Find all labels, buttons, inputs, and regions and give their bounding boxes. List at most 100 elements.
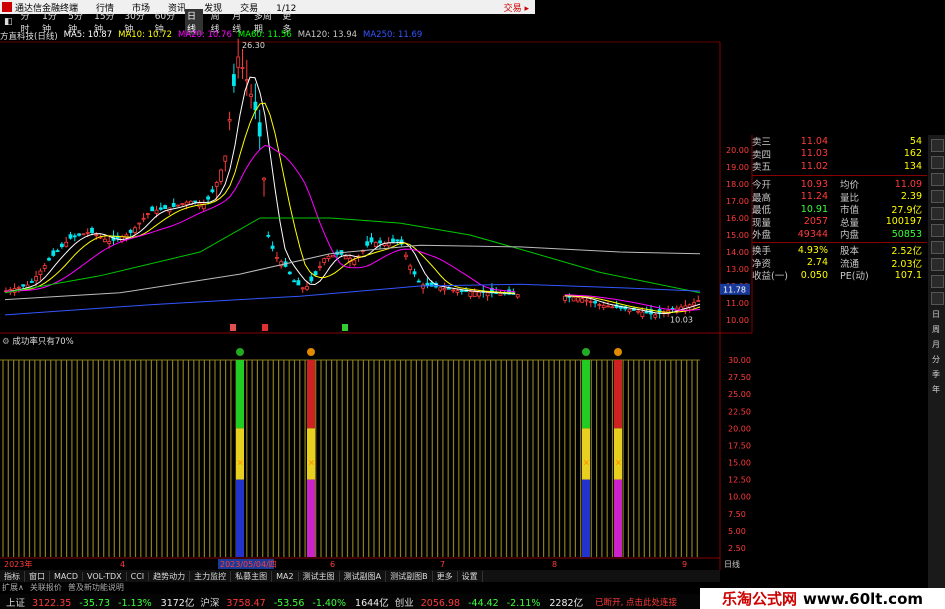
side-period-4[interactable]: 季 bbox=[929, 369, 943, 380]
date-tick: 4 bbox=[120, 560, 125, 569]
candle-body bbox=[317, 266, 322, 269]
draw-icon[interactable] bbox=[931, 190, 944, 203]
candle-body bbox=[55, 250, 60, 253]
candle-body bbox=[72, 235, 77, 238]
indicator-tab-9[interactable]: 测试主图 bbox=[299, 570, 340, 582]
stat-value: 49344 bbox=[797, 228, 828, 240]
watermark-cn: 乐淘公式网 bbox=[721, 590, 797, 608]
side-period-5[interactable]: 年 bbox=[929, 384, 943, 395]
indicator-tab-4[interactable]: CCI bbox=[127, 571, 150, 581]
candle-body bbox=[223, 155, 228, 162]
candle-body bbox=[313, 271, 318, 276]
side-period-3[interactable]: 分 bbox=[929, 354, 943, 365]
indicator-tab-5[interactable]: 趋势动力 bbox=[149, 570, 191, 582]
index-quote[interactable]: 沪深 3758.47 -53.56 -1.40% 1644亿 bbox=[194, 595, 388, 609]
candle-body bbox=[206, 196, 211, 200]
signal-marker bbox=[342, 324, 348, 331]
signal-star-icon: ✕ bbox=[308, 459, 315, 468]
candle-body bbox=[266, 234, 271, 237]
close-icon[interactable] bbox=[931, 139, 944, 152]
indicator-tab-12[interactable]: 更多 bbox=[433, 570, 458, 582]
indicator-tab-8[interactable]: MA2 bbox=[272, 571, 299, 581]
buy-signal-mid bbox=[582, 428, 590, 480]
index-quote[interactable]: 上证 3122.35 -35.73 -1.13% 3172亿 bbox=[0, 595, 194, 609]
connection-status[interactable]: 已断开, 点击此处连接 bbox=[595, 596, 677, 608]
candle-body bbox=[373, 242, 378, 247]
candle-body bbox=[692, 302, 696, 306]
info-icon[interactable] bbox=[931, 241, 944, 254]
candle-body bbox=[38, 270, 43, 275]
stat-value: 2057 bbox=[803, 216, 828, 228]
indicator-tick: 5.00 bbox=[728, 527, 746, 536]
stat-value: 10.93 bbox=[800, 178, 828, 190]
rsi-icon[interactable] bbox=[931, 258, 944, 271]
candle-body bbox=[601, 304, 606, 309]
indicator-tab-11[interactable]: 测试副图B bbox=[386, 570, 433, 582]
candle-body bbox=[94, 234, 99, 237]
indicator-tick: 22.50 bbox=[728, 407, 751, 416]
index-price: 2056.98 bbox=[420, 597, 461, 609]
ask-price: 11.04 bbox=[800, 135, 828, 147]
ma20-line bbox=[5, 144, 701, 311]
indicator-tab-2[interactable]: MACD bbox=[50, 571, 83, 581]
buy-signal-bottom bbox=[582, 479, 590, 557]
indicator-tab-7[interactable]: 私募主图 bbox=[231, 570, 273, 582]
alert-icon[interactable] bbox=[931, 292, 944, 305]
indicator-tab-6[interactable]: 主力监控 bbox=[190, 570, 232, 582]
index-pct: -2.11% bbox=[506, 597, 541, 609]
candle-body bbox=[653, 314, 658, 318]
candle-body bbox=[85, 231, 90, 234]
side-period-2[interactable]: 月 bbox=[929, 339, 943, 350]
ma10-line bbox=[4, 102, 701, 313]
tool-icon[interactable] bbox=[931, 173, 944, 186]
candle-body bbox=[77, 233, 81, 236]
stat-value: 4.93% bbox=[797, 244, 828, 256]
side-period-0[interactable]: 日 bbox=[929, 309, 943, 320]
ext-tab-2[interactable]: 普及新功能说明 bbox=[68, 582, 124, 593]
index-pct: -1.13% bbox=[118, 597, 152, 609]
low-marker: 10.03 bbox=[670, 315, 693, 324]
ask-volume: 162 bbox=[903, 148, 922, 160]
zoom-in-icon[interactable] bbox=[931, 207, 944, 220]
indicator-settings-icon[interactable]: ⚙ bbox=[2, 337, 10, 347]
fav-icon[interactable] bbox=[931, 275, 944, 288]
candle-body bbox=[214, 182, 219, 187]
candle-body bbox=[584, 299, 589, 302]
candle-body bbox=[425, 282, 430, 286]
stat-value: 0.050 bbox=[800, 269, 828, 281]
ask-price: 11.03 bbox=[800, 148, 828, 160]
candle-body bbox=[262, 177, 266, 181]
ext-tab-1[interactable]: 关联报价 bbox=[30, 582, 62, 593]
stat-value-2: 100197 bbox=[885, 216, 922, 228]
candle-body bbox=[588, 301, 593, 303]
buy-signal-icon bbox=[236, 348, 244, 356]
indicator-name: 成功率只有70% bbox=[12, 337, 74, 347]
candle-body bbox=[274, 256, 279, 259]
sell-signal-icon bbox=[614, 348, 622, 356]
side-period-1[interactable]: 周 bbox=[929, 324, 943, 335]
candle-body bbox=[60, 243, 64, 248]
indicator-tick: 25.00 bbox=[728, 390, 751, 399]
index-name: 上证 bbox=[6, 597, 26, 609]
candle-body bbox=[145, 213, 150, 215]
stat-label: 外盘 bbox=[752, 230, 772, 242]
indicator-tab-3[interactable]: VOL-TDX bbox=[83, 571, 127, 581]
index-price: 3122.35 bbox=[32, 597, 72, 609]
chart-canvas[interactable]: 26.30 10.03 ✕ ✕ ✕ ✕ 20.00 19.00 18.00 17.00 16.0… bbox=[0, 0, 945, 609]
zoom-out-icon[interactable] bbox=[931, 224, 944, 237]
stat-value-2: 2.03亿 bbox=[891, 258, 922, 270]
indicator-tab-0[interactable]: 指标 bbox=[0, 570, 25, 582]
candle-body bbox=[21, 284, 26, 287]
ext-tab-0[interactable]: 扩展∧ bbox=[2, 582, 24, 593]
indicator-tab-10[interactable]: 测试副图A bbox=[340, 570, 387, 582]
stat-value-2: 11.09 bbox=[894, 178, 922, 190]
indicator-tab-1[interactable]: 窗口 bbox=[25, 570, 50, 582]
candle-body bbox=[184, 201, 189, 206]
candle-body bbox=[627, 309, 632, 313]
add-icon[interactable] bbox=[931, 156, 944, 169]
indicator-tick: 12.50 bbox=[728, 476, 751, 485]
indicator-tab-13[interactable]: 设置 bbox=[458, 570, 483, 582]
index-quote[interactable]: 创业 2056.98 -44.42 -2.11% 2282亿 bbox=[389, 595, 583, 609]
stat-row: 最高 11.24 量比 2.39 bbox=[752, 190, 927, 204]
candle-body bbox=[137, 222, 142, 225]
